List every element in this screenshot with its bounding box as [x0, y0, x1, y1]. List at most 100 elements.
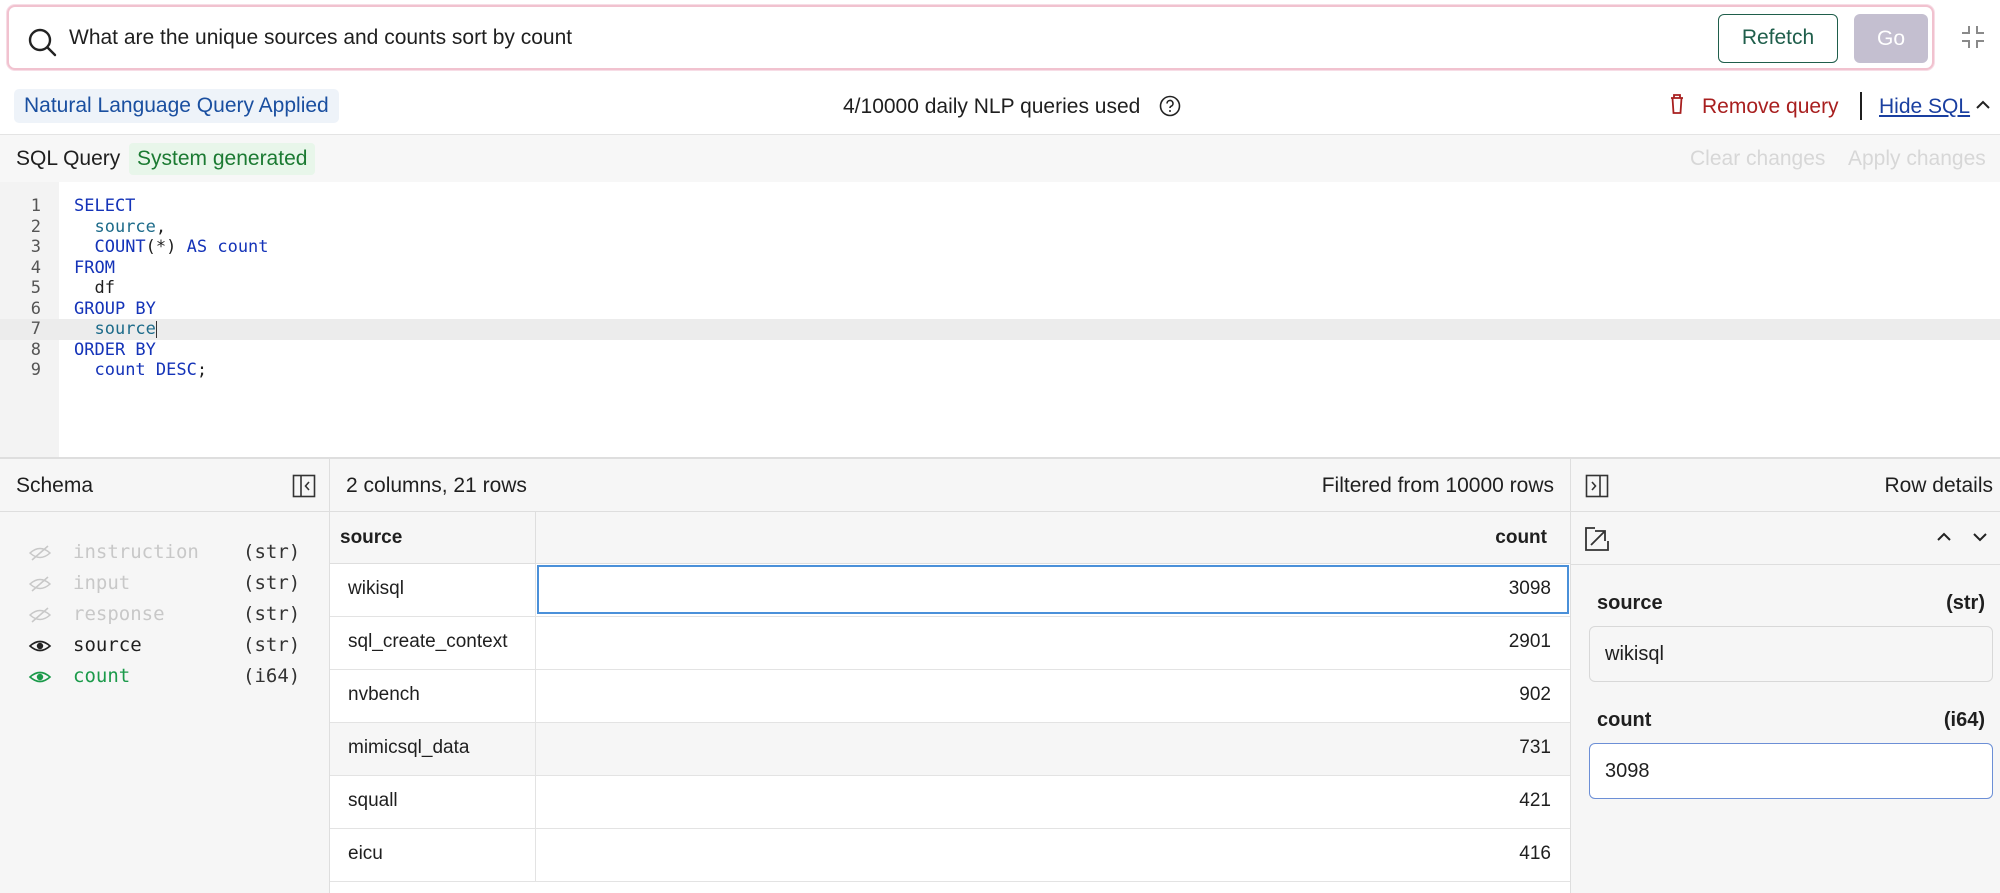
text-caret — [155, 320, 157, 338]
sql-title: SQL Query — [16, 147, 121, 170]
sql-identifier: source — [94, 319, 156, 339]
code-line: FROM — [74, 258, 115, 279]
table-row[interactable]: sql_create_context 2901 — [330, 617, 1570, 670]
table-row[interactable]: nvbench 902 — [330, 670, 1570, 723]
go-button[interactable]: Go — [1854, 14, 1928, 63]
cell-count[interactable]: 421 — [1519, 790, 1551, 812]
details-toolbar — [1571, 512, 2000, 565]
remove-query-button[interactable]: Remove query — [1702, 92, 1839, 122]
code-line: ORDER BY — [74, 340, 156, 361]
table-row[interactable]: squall 421 — [330, 776, 1570, 829]
column-resize-handle[interactable] — [535, 512, 536, 564]
column-type: (i64) — [243, 665, 301, 687]
column-header-source[interactable]: source — [340, 527, 402, 549]
sidebar-toggle-icon[interactable] — [1585, 474, 1609, 498]
help-icon[interactable] — [1159, 95, 1181, 117]
sidebar-toggle-icon[interactable] — [292, 474, 316, 498]
schema-column-input[interactable]: input (str) — [0, 569, 330, 600]
column-name: count — [73, 665, 131, 687]
line-number: 5 — [30, 278, 41, 298]
eye-off-icon[interactable] — [28, 606, 52, 624]
field-type: (i64) — [1943, 709, 1985, 731]
open-external-icon[interactable] — [1583, 525, 1611, 553]
table-summary: 2 columns, 21 rows — [346, 474, 527, 497]
count-field[interactable]: 3098 — [1589, 743, 1993, 799]
hide-sql-link[interactable]: Hide SQL — [1879, 92, 1970, 122]
code-line: source, — [74, 217, 166, 238]
cell-source[interactable]: sql_create_context — [348, 631, 508, 653]
eye-off-icon[interactable] — [28, 544, 52, 562]
column-type: (str) — [243, 572, 301, 594]
sql-punct: ; — [196, 360, 208, 380]
cell-count[interactable]: 3098 — [1509, 578, 1551, 600]
source-field[interactable]: wikisql — [1589, 626, 1993, 682]
field-label: source — [1597, 592, 1663, 614]
cell-divider — [535, 776, 536, 829]
cell-source[interactable]: eicu — [348, 843, 383, 865]
sql-keyword: FROM — [74, 257, 115, 278]
eye-off-icon[interactable] — [28, 575, 52, 593]
column-name: input — [73, 572, 131, 594]
cell-count[interactable]: 416 — [1519, 843, 1551, 865]
schema-header: Schema — [0, 459, 330, 512]
schema-column-instruction[interactable]: instruction (str) — [0, 538, 330, 569]
cell-count[interactable]: 731 — [1519, 737, 1551, 759]
nlq-applied-badge: Natural Language Query Applied — [14, 89, 339, 123]
table-row[interactable]: mimicsql_data 731 — [330, 723, 1570, 776]
schema-column-response[interactable]: response (str) — [0, 600, 330, 631]
line-number: 6 — [30, 298, 41, 319]
line-number: 1 — [30, 196, 41, 216]
active-line-highlight — [0, 319, 2000, 340]
column-name: response — [73, 603, 165, 625]
column-type: (str) — [243, 603, 301, 625]
cell-count[interactable]: 2901 — [1509, 631, 1551, 653]
chevron-up-icon[interactable] — [1974, 98, 1992, 112]
sql-keyword: ORDER BY — [74, 339, 156, 360]
table-toolbar: 2 columns, 21 rows Filtered from 10000 r… — [330, 459, 1570, 512]
search-input[interactable]: What are the unique sources and counts s… — [69, 7, 572, 68]
cell-count[interactable]: 902 — [1519, 684, 1551, 706]
filtered-count: Filtered from 10000 rows — [1321, 474, 1554, 497]
schema-title: Schema — [16, 474, 94, 497]
trash-icon[interactable] — [1669, 93, 1685, 115]
schema-panel: Schema instruction (str) input (str) res… — [0, 459, 330, 893]
schema-column-source[interactable]: source (str) — [0, 631, 330, 662]
eye-icon[interactable] — [28, 668, 52, 686]
sql-punct: (*) — [145, 237, 177, 257]
column-type: (str) — [243, 634, 301, 656]
apply-changes-button[interactable]: Apply changes — [1848, 147, 1986, 171]
line-number: 7 — [30, 319, 41, 339]
chevron-up-icon[interactable] — [1935, 530, 1953, 544]
eye-icon[interactable] — [28, 637, 52, 655]
sql-function: COUNT — [94, 237, 146, 257]
code-line: COUNT(*) AS count — [74, 237, 269, 258]
results-table: 2 columns, 21 rows Filtered from 10000 r… — [330, 459, 1570, 893]
code-line: source — [74, 319, 157, 340]
cell-source[interactable]: nvbench — [348, 684, 420, 706]
table-header-row: source count — [330, 512, 1570, 564]
line-number: 4 — [30, 257, 41, 278]
sql-keyword: AS count — [186, 237, 269, 257]
sql-identifier: df — [94, 278, 115, 298]
refetch-button[interactable]: Refetch — [1718, 14, 1838, 63]
code-line: GROUP BY — [74, 299, 156, 320]
column-header-count[interactable]: count — [1495, 527, 1547, 549]
sql-identifier: source — [94, 216, 156, 237]
sql-punct: , — [155, 216, 167, 237]
cell-source[interactable]: wikisql — [348, 578, 404, 600]
cell-source[interactable]: squall — [348, 790, 398, 812]
details-header: Row details — [1571, 459, 2000, 512]
table-row[interactable]: eicu 416 — [330, 829, 1570, 882]
cell-divider — [535, 564, 536, 617]
chevron-down-icon[interactable] — [1971, 530, 1989, 544]
nl-query-bar[interactable]: What are the unique sources and counts s… — [7, 5, 1934, 70]
schema-column-count[interactable]: count (i64) — [0, 662, 330, 693]
collapse-icon[interactable] — [1960, 24, 1986, 50]
cell-source[interactable]: mimicsql_data — [348, 737, 469, 759]
sql-editor[interactable]: 1 2 3 4 5 6 7 8 9 SELECT source, COUNT(*… — [0, 182, 2000, 457]
cell-divider — [535, 829, 536, 882]
clear-changes-button[interactable]: Clear changes — [1690, 147, 1825, 171]
selected-cell[interactable] — [537, 565, 1569, 614]
table-row[interactable]: wikisql 3098 — [330, 564, 1570, 617]
divider — [1860, 92, 1862, 120]
